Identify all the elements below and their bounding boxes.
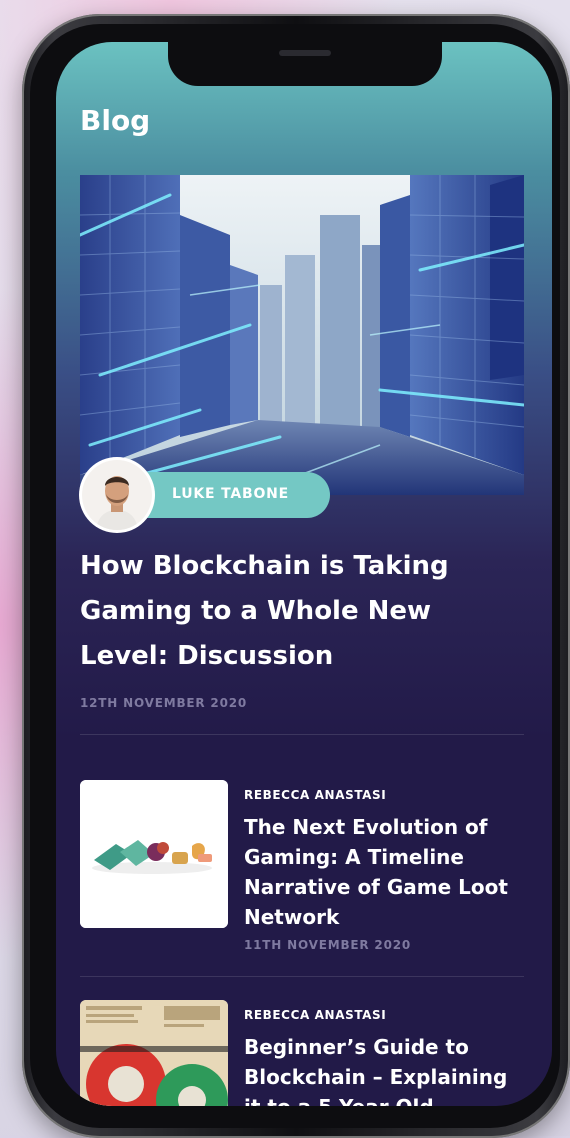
city-illustration: [80, 175, 524, 495]
newspaper-collage-illustration: [80, 1000, 228, 1106]
divider: [80, 976, 524, 977]
featured-author-name[interactable]: LUKE TABONE: [172, 486, 289, 502]
post-date: 11TH NOVEMBER 2020: [244, 938, 412, 952]
post-thumbnail[interactable]: [80, 1000, 228, 1106]
divider: [80, 734, 524, 735]
phone-screen[interactable]: Blog LUKE TABONE How Blockchain is Takin…: [56, 42, 552, 1106]
featured-author-pill[interactable]: LUKE TABONE: [82, 460, 332, 530]
post-author[interactable]: REBECCA ANASTASI: [244, 1008, 386, 1022]
post-author[interactable]: REBECCA ANASTASI: [244, 788, 386, 802]
post-title[interactable]: Beginner’s Guide to Blockchain – Explain…: [244, 1032, 524, 1106]
notch: [168, 42, 442, 86]
post-thumbnail[interactable]: [80, 780, 228, 928]
featured-post-date: 12TH NOVEMBER 2020: [80, 696, 248, 710]
loot-illustration: [80, 780, 228, 928]
speaker-icon: [279, 50, 331, 56]
featured-post-image[interactable]: [80, 175, 524, 495]
page-title: Blog: [80, 104, 151, 137]
post-title[interactable]: The Next Evolution of Gaming: A Timeline…: [244, 812, 524, 932]
avatar-portrait: [82, 460, 152, 530]
avatar[interactable]: [82, 460, 152, 530]
featured-post-title[interactable]: How Blockchain is Taking Gaming to a Who…: [80, 544, 520, 679]
